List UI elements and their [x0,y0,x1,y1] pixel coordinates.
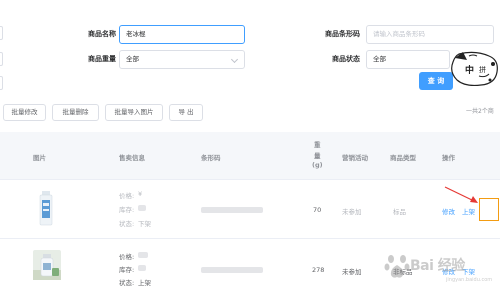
list-on-shelf-link[interactable]: 上架 [462,206,475,216]
query-button[interactable]: 查 询 [419,72,453,90]
product-thumbnail [33,250,61,280]
header-weight-1: 重 [314,141,321,149]
stock-value-redacted [138,265,146,271]
price-value: ¥ [138,190,143,198]
left-edge-control [0,76,3,90]
header-promotion: 营销活动 [342,154,368,162]
state-label: 状态: [119,279,135,287]
status-select-value: 全部 [373,55,386,63]
header-image: 图片 [33,154,46,162]
barcode-placeholder: 请输入商品条形码 [373,30,425,38]
sticker-text-1: 中 [465,66,475,76]
export-button[interactable]: 导 出 [169,104,203,121]
header-barcode: 条形码 [201,154,221,162]
header-type: 商品类型 [390,154,416,162]
product-name-label: 商品名称 [88,30,116,38]
product-thumbnail [36,190,56,228]
price-label: 价格: [119,192,135,200]
stock-value-redacted [138,205,146,211]
barcode-value-redacted [201,207,263,213]
barcode-label: 商品条形码 [325,30,360,38]
header-weight-3: (g) [312,161,323,169]
header-actions: 操作 [442,154,455,162]
status-label: 商品状态 [332,55,360,63]
stock-label: 库存: [119,266,135,274]
weight-select-value: 全部 [126,55,139,63]
chevron-down-icon [230,55,239,64]
total-count-text: 一共2个商 [466,108,494,115]
batch-import-images-button[interactable]: 批量导入图片 [105,104,163,121]
left-edge-control [0,26,3,40]
row-divider [0,238,500,239]
price-value-redacted [138,252,148,258]
weight-select[interactable]: 全部 [119,50,245,69]
stock-label: 库存: [119,206,135,214]
weight-label: 商品重量 [88,55,116,63]
watermark-text: Bai 经验 [410,258,465,274]
batch-delete-button[interactable]: 批量删除 [52,104,99,121]
price-label: 价格: [119,253,135,261]
edit-link[interactable]: 修改 [442,206,455,216]
batch-edit-button[interactable]: 批量修改 [3,104,46,121]
highlight-box [479,198,499,221]
baidu-jingyan-watermark: Bai 经验 jingyan.baidu.com [380,249,500,288]
watermark-url: jingyan.baidu.com [446,277,493,283]
product-name-input[interactable]: 老冰棍 [119,25,245,44]
state-value: 下架 [138,220,151,228]
header-weight-2: 量 [314,152,321,160]
weight-value: 70 [313,206,322,214]
product-name-value: 老冰棍 [126,30,146,38]
header-sale-info: 售卖信息 [119,154,145,162]
state-value: 上架 [138,279,151,287]
sticker-text-2: 拼 [479,66,486,74]
promotion-value: 未参加 [342,208,362,216]
barcode-input[interactable]: 请输入商品条形码 [366,25,494,44]
barcode-value-redacted [201,267,263,273]
cartoon-sticker: 中 拼 [449,50,500,88]
weight-value: 278 [312,266,325,274]
status-select[interactable]: 全部 [366,50,450,69]
left-edge-control [0,52,3,66]
type-value: 标品 [393,208,406,216]
promotion-value: 未参加 [342,268,362,276]
table-header: 图片 售卖信息 条形码 重 量 (g) 营销活动 商品类型 操作 [0,132,500,180]
state-label: 状态: [119,220,135,228]
